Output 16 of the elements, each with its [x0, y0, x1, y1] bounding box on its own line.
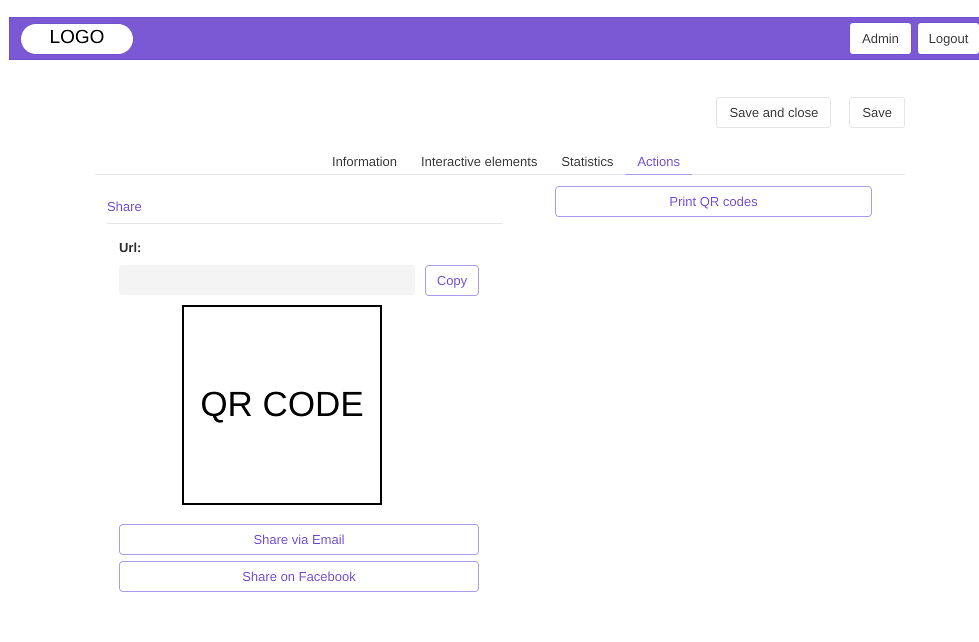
print-qr-codes-button[interactable]: Print QR codes [555, 186, 872, 217]
share-facebook-button[interactable]: Share on Facebook [119, 561, 479, 592]
admin-button[interactable]: Admin [850, 23, 911, 54]
share-email-button[interactable]: Share via Email [119, 524, 479, 555]
save-and-close-button[interactable]: Save and close [716, 97, 832, 128]
copy-button[interactable]: Copy [425, 265, 479, 296]
tab[interactable]: Actions [625, 149, 692, 175]
save-button[interactable]: Save [849, 97, 905, 128]
logo[interactable]: LOGO [21, 24, 133, 54]
section-title: Share [107, 175, 502, 224]
qr-code-placeholder-text: QR CODE [200, 384, 364, 426]
url-label: Url: [119, 238, 142, 256]
tab[interactable]: Statistics [549, 149, 626, 175]
tab[interactable]: Information [320, 149, 410, 175]
logout-button[interactable]: Logout [918, 23, 979, 54]
tab[interactable]: Interactive elements [409, 149, 550, 175]
